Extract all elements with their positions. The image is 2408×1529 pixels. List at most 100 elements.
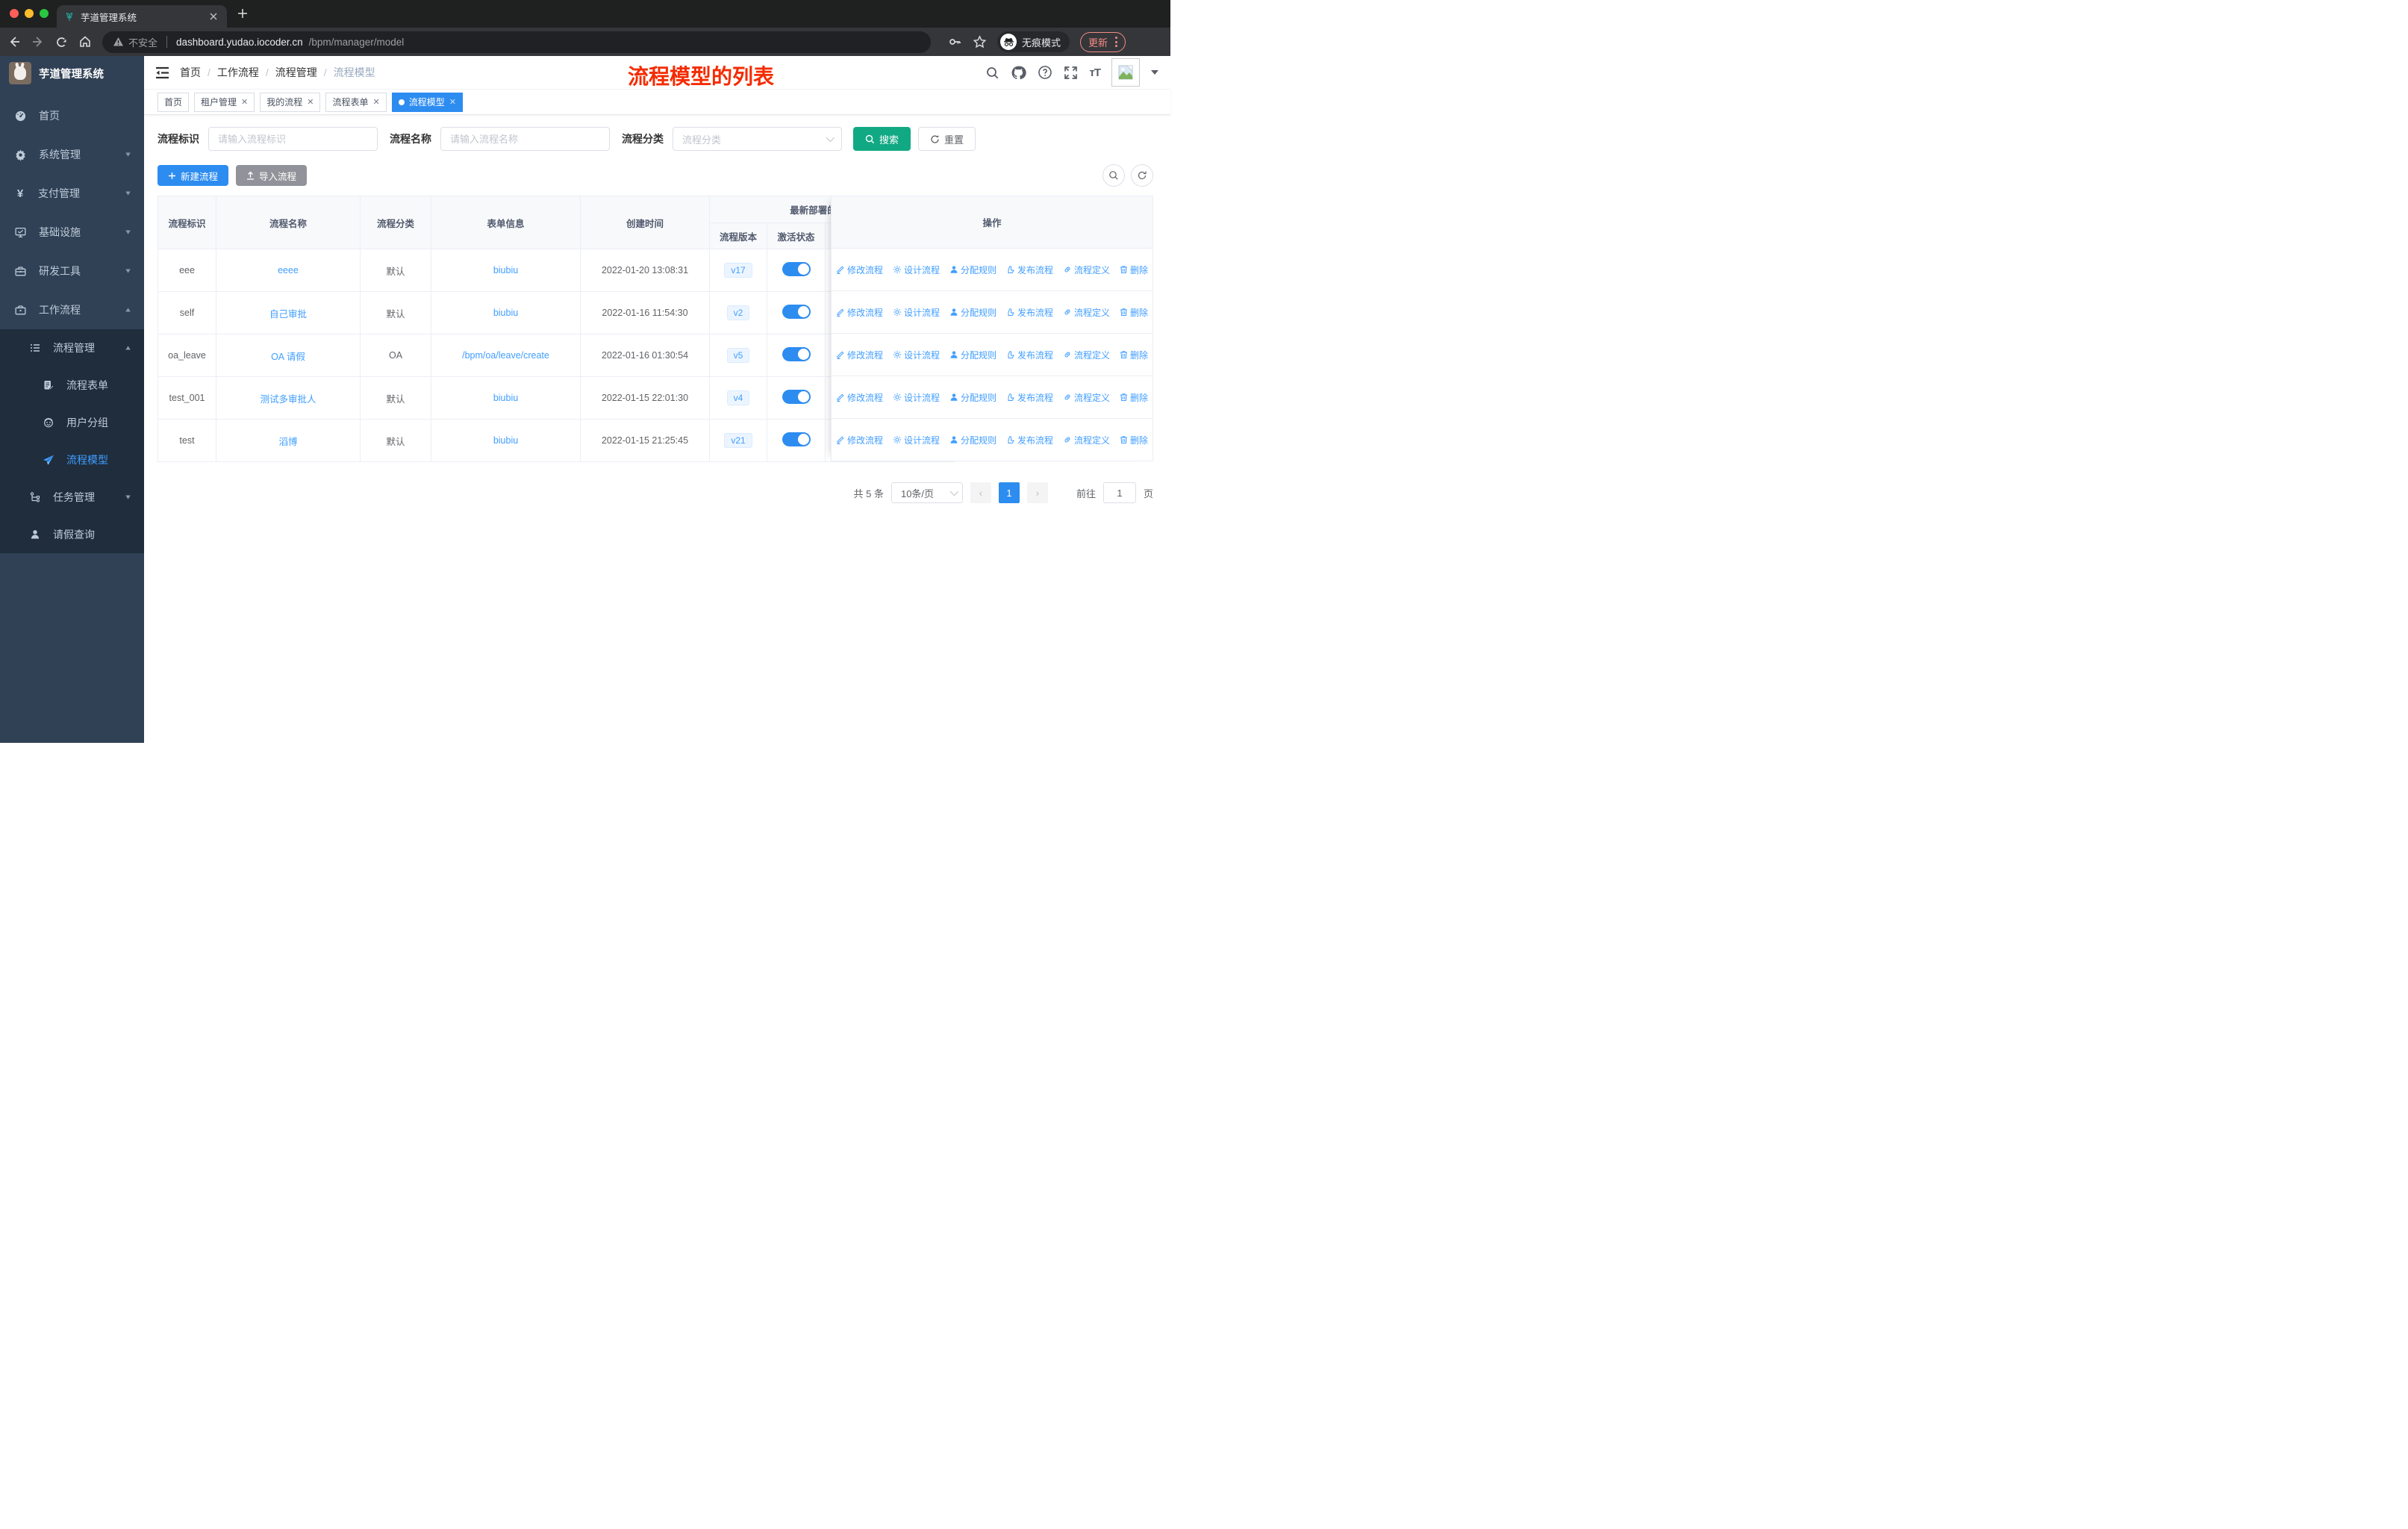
process-definition-link[interactable]: 流程定义 xyxy=(1063,349,1110,361)
minimize-window-button[interactable] xyxy=(25,9,34,18)
edit-process-link[interactable]: 修改流程 xyxy=(836,306,883,319)
search-icon[interactable] xyxy=(985,66,999,80)
active-toggle[interactable] xyxy=(782,432,811,446)
publish-process-link[interactable]: 发布流程 xyxy=(1006,391,1053,404)
tag-process-form[interactable]: 流程表单 ✕ xyxy=(325,92,387,112)
edit-process-link[interactable]: 修改流程 xyxy=(836,264,883,276)
collapse-sidebar-icon[interactable] xyxy=(155,66,169,79)
tag-my-process[interactable]: 我的流程 ✕ xyxy=(260,92,321,112)
close-icon[interactable]: ✕ xyxy=(449,97,456,107)
update-button[interactable]: 更新 xyxy=(1080,31,1126,52)
design-process-link[interactable]: 设计流程 xyxy=(893,434,940,446)
active-toggle[interactable] xyxy=(782,347,811,361)
sidebar-item-process-form[interactable]: 流程表单 xyxy=(0,367,144,404)
new-tab-button[interactable] xyxy=(237,8,248,19)
refresh-table-icon[interactable] xyxy=(1131,164,1153,187)
form-link[interactable]: /bpm/oa/leave/create xyxy=(462,350,549,361)
process-definition-link[interactable]: 流程定义 xyxy=(1063,264,1110,276)
bookmark-star-icon[interactable] xyxy=(973,34,987,49)
tag-home[interactable]: 首页 xyxy=(157,92,190,112)
window-controls[interactable] xyxy=(10,9,49,18)
tag-tenant[interactable]: 租户管理 ✕ xyxy=(194,92,255,112)
avatar[interactable] xyxy=(1111,58,1140,87)
sidebar-item-process-management[interactable]: 流程管理 ▲ xyxy=(0,329,144,367)
process-category-select[interactable]: 流程分类 xyxy=(673,127,842,151)
sidebar-item-payment[interactable]: ¥ 支付管理 ▼ xyxy=(0,174,144,213)
sidebar-item-system[interactable]: 系统管理 ▼ xyxy=(0,135,144,174)
fullscreen-icon[interactable] xyxy=(1064,66,1078,80)
tab-close-icon[interactable] xyxy=(208,10,219,22)
delete-link[interactable]: 删除 xyxy=(1120,434,1148,446)
sidebar-item-user-group[interactable]: 用户分组 xyxy=(0,404,144,441)
design-process-link[interactable]: 设计流程 xyxy=(893,264,940,276)
publish-process-link[interactable]: 发布流程 xyxy=(1006,434,1053,446)
key-icon[interactable] xyxy=(947,34,962,49)
publish-process-link[interactable]: 发布流程 xyxy=(1006,349,1053,361)
breadcrumb-home[interactable]: 首页 xyxy=(180,65,201,80)
security-indicator[interactable]: 不安全 xyxy=(113,35,157,49)
process-definition-link[interactable]: 流程定义 xyxy=(1063,434,1110,446)
design-process-link[interactable]: 设计流程 xyxy=(893,349,940,361)
tag-process-model[interactable]: 流程模型 ✕ xyxy=(391,92,463,112)
delete-link[interactable]: 删除 xyxy=(1120,306,1148,319)
goto-page-input[interactable] xyxy=(1102,482,1136,503)
show-search-icon[interactable] xyxy=(1102,164,1125,187)
edit-process-link[interactable]: 修改流程 xyxy=(836,434,883,446)
sidebar-item-leave-query[interactable]: 请假查询 xyxy=(0,516,144,553)
assign-rule-link[interactable]: 分配规则 xyxy=(949,391,996,404)
process-id-input[interactable] xyxy=(208,127,378,151)
assign-rule-link[interactable]: 分配规则 xyxy=(949,434,996,446)
delete-link[interactable]: 删除 xyxy=(1120,264,1148,276)
active-toggle[interactable] xyxy=(782,390,811,404)
form-link[interactable]: biubiu xyxy=(493,435,518,446)
sidebar-item-task-management[interactable]: 任务管理 ▼ xyxy=(0,479,144,516)
delete-link[interactable]: 删除 xyxy=(1120,391,1148,404)
prev-page-button[interactable]: ‹ xyxy=(970,482,991,503)
design-process-link[interactable]: 设计流程 xyxy=(893,306,940,319)
assign-rule-link[interactable]: 分配规则 xyxy=(949,306,996,319)
page-number-1[interactable]: 1 xyxy=(998,482,1020,503)
help-icon[interactable] xyxy=(1038,65,1052,80)
next-page-button[interactable]: › xyxy=(1026,482,1048,503)
process-name-input[interactable] xyxy=(440,127,610,151)
process-name-link[interactable]: 滔博 xyxy=(278,437,297,447)
page-size-select[interactable]: 10条/页 xyxy=(890,482,963,503)
process-definition-link[interactable]: 流程定义 xyxy=(1063,306,1110,319)
process-name-link[interactable]: 自己审批 xyxy=(269,309,307,320)
breadcrumb-workflow[interactable]: 工作流程 xyxy=(217,65,259,80)
home-icon[interactable] xyxy=(78,35,92,49)
form-link[interactable]: biubiu xyxy=(493,308,518,318)
back-icon[interactable] xyxy=(7,35,21,49)
sidebar-item-workflow[interactable]: 工作流程 ▲ xyxy=(0,290,144,329)
publish-process-link[interactable]: 发布流程 xyxy=(1006,306,1053,319)
import-process-button[interactable]: 导入流程 xyxy=(236,165,308,186)
process-definition-link[interactable]: 流程定义 xyxy=(1063,391,1110,404)
close-icon[interactable]: ✕ xyxy=(373,97,380,107)
sidebar-item-home[interactable]: 首页 xyxy=(0,96,144,135)
edit-process-link[interactable]: 修改流程 xyxy=(836,349,883,361)
active-toggle[interactable] xyxy=(782,305,811,319)
reset-button[interactable]: 重置 xyxy=(918,127,976,151)
process-name-link[interactable]: OA 请假 xyxy=(271,352,305,362)
forward-icon[interactable] xyxy=(31,35,45,49)
create-process-button[interactable]: 新建流程 xyxy=(157,165,229,186)
reload-icon[interactable] xyxy=(55,36,68,49)
process-name-link[interactable]: 测试多审批人 xyxy=(260,394,316,405)
avatar-caret-icon[interactable] xyxy=(1151,70,1158,75)
close-icon[interactable]: ✕ xyxy=(307,97,314,107)
breadcrumb-process-management[interactable]: 流程管理 xyxy=(275,65,317,80)
sidebar-item-infrastructure[interactable]: 基础设施 ▼ xyxy=(0,213,144,252)
browser-menu-icon[interactable] xyxy=(1115,37,1118,47)
active-toggle[interactable] xyxy=(782,262,811,276)
edit-process-link[interactable]: 修改流程 xyxy=(836,391,883,404)
process-name-link[interactable]: eeee xyxy=(278,265,299,275)
address-bar[interactable]: 不安全 dashboard.yudao.iocoder.cn/bpm/manag… xyxy=(102,31,931,53)
assign-rule-link[interactable]: 分配规则 xyxy=(949,264,996,276)
sidebar-item-dev-tools[interactable]: 研发工具 ▼ xyxy=(0,252,144,290)
form-link[interactable]: biubiu xyxy=(493,265,518,275)
search-button[interactable]: 搜索 xyxy=(853,127,911,151)
assign-rule-link[interactable]: 分配规则 xyxy=(949,349,996,361)
close-icon[interactable]: ✕ xyxy=(241,97,248,107)
close-window-button[interactable] xyxy=(10,9,19,18)
browser-tab[interactable]: 芋道管理系统 xyxy=(57,5,227,28)
